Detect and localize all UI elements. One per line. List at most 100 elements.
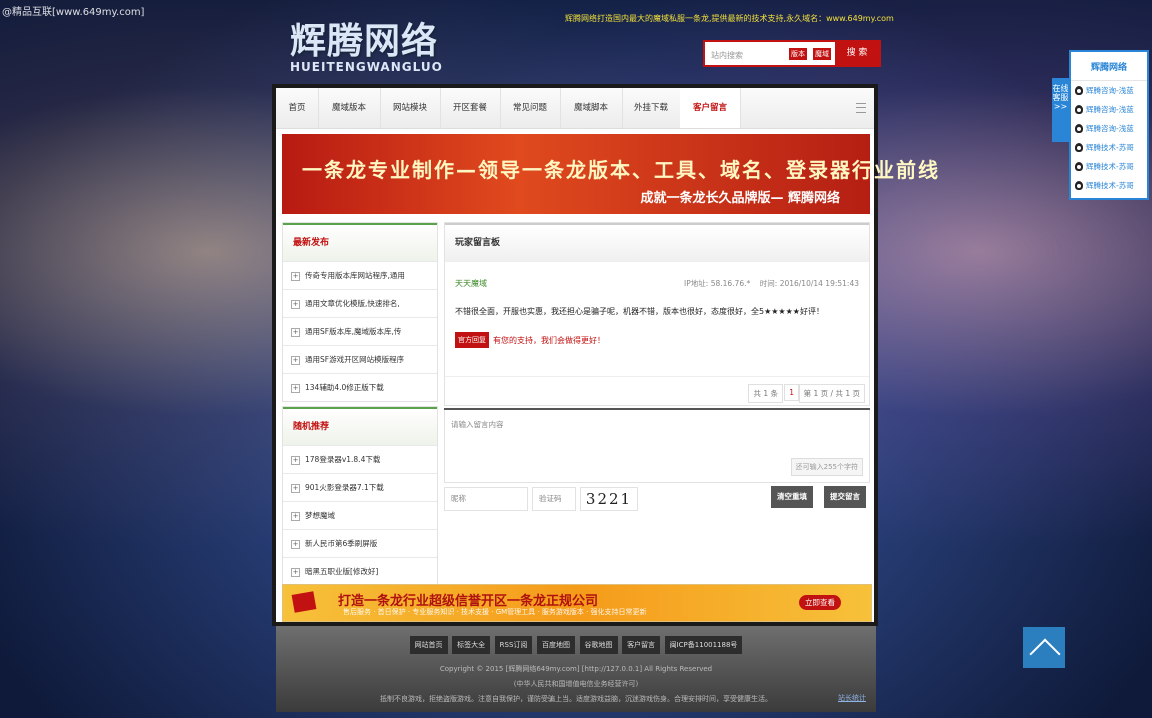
header-notice: 辉腾网络打造国内最大的魔域私服一条龙,提供最新的技术支持,永久域名：www.64… xyxy=(565,14,894,23)
online-service-tab[interactable]: 在线客服 >> xyxy=(1052,78,1069,142)
official-reply-badge: 官方回复 xyxy=(455,332,489,348)
list-item[interactable]: + 梦想魔域 xyxy=(283,501,437,529)
footer-stats-link[interactable]: 站长统计 xyxy=(838,693,866,703)
plus-icon: + xyxy=(291,272,300,281)
nav-guestbook[interactable]: 客户留言 xyxy=(680,88,741,128)
plus-icon: + xyxy=(291,356,300,365)
board-title: 玩家留言板 xyxy=(445,223,869,261)
main-nav: 首页 魔域版本 网站模块 开区套餐 常见问题 魔域脚本 外挂下载 客户留言 xyxy=(276,88,874,129)
main-inner: 首页 魔域版本 网站模块 开区套餐 常见问题 魔域脚本 外挂下载 客户留言 一条… xyxy=(276,88,938,622)
ad-cta-button[interactable]: 立即查看 xyxy=(799,595,841,610)
plus-icon: + xyxy=(291,328,300,337)
footer-link-guestbook[interactable]: 客户留言 xyxy=(622,636,661,654)
nav-packages[interactable]: 开区套餐 xyxy=(440,88,501,128)
message-placeholder: 请输入留言内容 xyxy=(451,420,504,429)
ad-subline: 售后服务 · 首日保护 · 专业服务知识 · 技术支援 · GM管理工具 · 服… xyxy=(343,608,647,616)
search-box: 站内搜索 版本 魔域 搜 索 xyxy=(703,40,881,67)
service-contact[interactable]: 辉腾技术-苏哥 xyxy=(1071,176,1147,195)
plus-icon: + xyxy=(291,484,300,493)
footer-link-google-map[interactable]: 谷歌地图 xyxy=(579,636,618,654)
site-logo[interactable]: 辉腾网络 HUEITENGWANGLUO xyxy=(290,21,443,75)
footer-link-tags[interactable]: 标签大全 xyxy=(452,636,491,654)
captcha-image[interactable]: 3221 xyxy=(580,487,638,511)
list-item[interactable]: + 新人民币第6季刷屏版 xyxy=(283,529,437,557)
nav-plugins[interactable]: 外挂下载 xyxy=(622,88,681,128)
random-picks: 随机推荐 +178登录器v1.8.4下载 +901火影登录器7.1下载 + 梦想魔… xyxy=(282,406,438,586)
gift-ribbon-icon xyxy=(291,591,317,613)
footer-link-rss[interactable]: RSS订阅 xyxy=(494,636,533,654)
nav-home[interactable]: 首页 xyxy=(276,88,319,128)
menu-icon[interactable] xyxy=(856,103,866,113)
logo-english: HUEITENGWANGLUO xyxy=(290,60,443,74)
service-contact[interactable]: 辉腾技术-苏哥 xyxy=(1071,157,1147,176)
plus-icon: + xyxy=(291,456,300,465)
nav-modules[interactable]: 网站模块 xyxy=(380,88,441,128)
submit-button[interactable]: 提交留言 xyxy=(824,486,866,508)
guestbook: 玩家留言板 天天魔域 IP地址: 58.16.76.* 时间: 2016/10/… xyxy=(444,222,870,513)
latest-posts: 最新发布 + 传奇专用版本库网站程序,通用 + 通用文章优化模版,快速排名, + 通用… xyxy=(282,222,438,402)
latest-posts-title: 最新发布 xyxy=(283,223,437,261)
reset-button[interactable]: 清空重填 xyxy=(771,486,813,508)
footer: 网站首页 标签大全 RSS订阅 百度地图 谷歌地图 客户留言 闽ICP备1100… xyxy=(276,626,876,712)
service-panel-title: 辉腾网络 xyxy=(1071,52,1147,81)
list-item[interactable]: +178登录器v1.8.4下载 xyxy=(283,445,437,473)
message-textarea[interactable]: 请输入留言内容 还可输入255个字符 xyxy=(444,410,870,483)
service-contact[interactable]: 辉腾技术-苏哥 xyxy=(1071,138,1147,157)
pager-total: 共 1 条 xyxy=(748,384,783,403)
pager-pages: 第 1 页 / 共 1 页 xyxy=(798,384,865,403)
sidebar: 最新发布 + 传奇专用版本库网站程序,通用 + 通用文章优化模版,快速排名, + 通用… xyxy=(282,222,438,590)
online-service-panel: 辉腾网络 辉腾咨询-浅蓝 辉腾咨询-浅蓝 辉腾咨询-浅蓝 辉腾技术-苏哥 辉腾技… xyxy=(1069,50,1149,200)
nav-faq[interactable]: 常见问题 xyxy=(500,88,561,128)
footer-copyright: Copyright © 2015 [辉腾网络649my.com] [http:/… xyxy=(439,665,713,673)
footer-link-baidu-map[interactable]: 百度地图 xyxy=(536,636,575,654)
banner-subline: 成就一条龙长久品牌版— 辉腾网络 xyxy=(640,191,840,206)
list-item[interactable]: + 暗黑五职业版[修改好] xyxy=(283,557,437,585)
list-item[interactable]: + 传奇专用版本库网站程序,通用 xyxy=(283,261,437,289)
qq-icon xyxy=(1075,124,1083,133)
list-item[interactable]: + 通用SF版本库,魔域版本库,传 xyxy=(283,317,437,345)
qq-icon xyxy=(1075,162,1083,171)
nav-versions[interactable]: 魔域版本 xyxy=(318,88,381,128)
search-tag-version[interactable]: 版本 xyxy=(789,48,807,60)
service-contact[interactable]: 辉腾咨询-浅蓝 xyxy=(1071,119,1147,138)
banner-headline: 一条龙专业制作—领导一条龙版本、工具、域名、登录器行业前线 xyxy=(302,158,940,182)
message-text: 不错很全面，开服也实惠，我还担心是骗子呢，机器不错，版本也很好，态度很好，全5★… xyxy=(455,307,824,316)
captcha-input[interactable]: 验证码 xyxy=(532,487,576,511)
message-form: 请输入留言内容 还可输入255个字符 昵称 验证码 3221 清空重填 提交留言 xyxy=(444,408,870,513)
main-container: 首页 魔域版本 网站模块 开区套餐 常见问题 魔域脚本 外挂下载 客户留言 一条… xyxy=(272,84,938,626)
random-picks-title: 随机推荐 xyxy=(283,407,437,445)
message-board: 玩家留言板 天天魔域 IP地址: 58.16.76.* 时间: 2016/10/… xyxy=(444,222,870,406)
form-controls: 昵称 验证码 3221 清空重填 提交留言 xyxy=(444,485,870,513)
list-item[interactable]: +901火影登录器7.1下载 xyxy=(283,473,437,501)
plus-icon: + xyxy=(291,384,300,393)
list-item[interactable]: + 通用SF游戏开区网站模版程序 xyxy=(283,345,437,373)
main-banner[interactable]: 一条龙专业制作—领导一条龙版本、工具、域名、登录器行业前线 成就一条龙长久品牌版… xyxy=(282,134,938,214)
ad-banner[interactable]: 打造一条龙行业超级信誉开区一条龙正规公司 售后服务 · 首日保护 · 专业服务知… xyxy=(282,584,872,622)
pager-current[interactable]: 1 xyxy=(784,384,799,401)
nav-scripts[interactable]: 魔域脚本 xyxy=(560,88,623,128)
service-contact[interactable]: 辉腾咨询-浅蓝 xyxy=(1071,100,1147,119)
official-reply: 官方回复 有您的支持，我们会做得更好！ xyxy=(455,332,605,348)
search-input[interactable]: 站内搜索 xyxy=(711,50,743,61)
footer-link-home[interactable]: 网站首页 xyxy=(409,636,448,654)
qq-icon xyxy=(1075,105,1083,114)
back-to-top-icon[interactable] xyxy=(1023,627,1065,668)
search-tag-moyu[interactable]: 魔域 xyxy=(813,48,831,60)
logo-chinese: 辉腾网络 xyxy=(290,21,439,62)
list-item[interactable]: +134辅助4.0修正版下载 xyxy=(283,373,437,401)
pagination: 共 1 条 1 第 1 页 / 共 1 页 xyxy=(445,376,869,405)
plus-icon: + xyxy=(291,540,300,549)
footer-links: 网站首页 标签大全 RSS订阅 百度地图 谷歌地图 客户留言 闽ICP备1100… xyxy=(276,636,876,654)
list-item[interactable]: + 通用文章优化模版,快速排名, xyxy=(283,289,437,317)
official-reply-text: 有您的支持，我们会做得更好！ xyxy=(493,335,605,345)
char-counter: 还可输入255个字符 xyxy=(790,458,863,476)
message-item: 天天魔域 IP地址: 58.16.76.* 时间: 2016/10/14 19:… xyxy=(445,261,869,350)
qq-icon xyxy=(1075,181,1083,190)
service-contact[interactable]: 辉腾咨询-浅蓝 xyxy=(1071,81,1147,100)
search-button[interactable]: 搜 索 xyxy=(835,42,879,65)
footer-link-icp[interactable]: 闽ICP备11001188号 xyxy=(664,636,743,654)
nickname-input[interactable]: 昵称 xyxy=(444,487,528,511)
qq-icon xyxy=(1075,143,1083,152)
plus-icon: + xyxy=(291,568,300,577)
watermark-text: @精品互联[www.649my.com] xyxy=(2,7,145,18)
